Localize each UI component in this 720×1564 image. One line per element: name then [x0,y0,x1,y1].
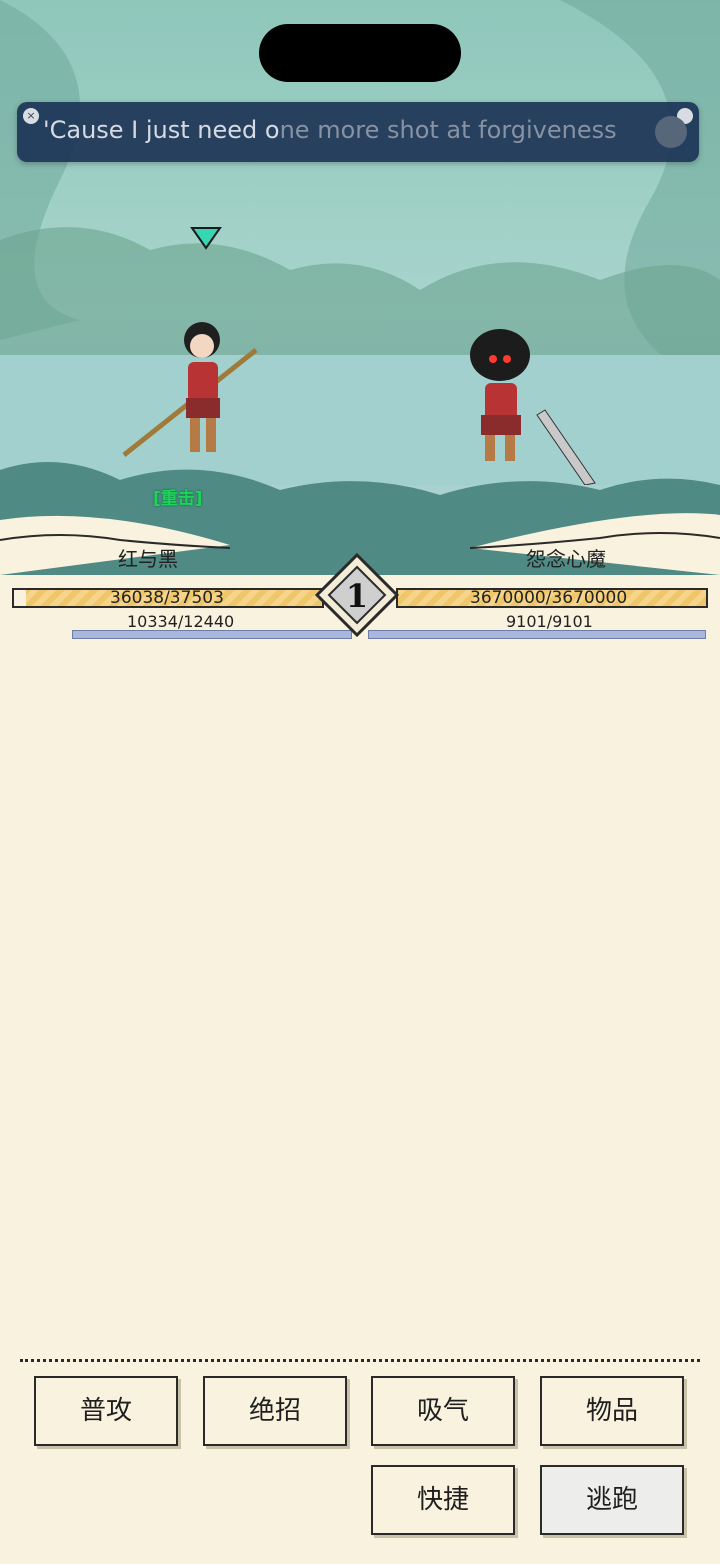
player-mp-bar [72,630,352,639]
close-icon[interactable]: × [23,108,39,124]
attack-button[interactable]: 普攻 [34,1376,178,1446]
enemy-mp-bar [368,630,706,639]
lyric-text: 'Cause I just need one more shot at forg… [43,116,617,144]
status-tag: [重击] [153,489,203,509]
player-name: 红与黑 [118,547,178,571]
flee-button[interactable]: 逃跑 [540,1465,684,1535]
device-notch [259,24,461,82]
shortcut-button[interactable]: 快捷 [371,1465,515,1535]
breathe-button[interactable]: 吸气 [371,1376,515,1446]
turn-number: 1 [346,577,368,615]
player-hp-text: 36038/37503 [110,588,224,608]
action-divider [20,1359,700,1362]
player-mp-text: 10334/12440 [127,612,235,631]
turn-marker-icon [190,227,222,250]
items-button[interactable]: 物品 [540,1376,684,1446]
enemy-hp-text: 3670000/3670000 [470,588,628,608]
enemy-mp-text: 9101/9101 [506,612,593,631]
lyric-banner[interactable]: × 'Cause I just need one more shot at fo… [17,102,699,162]
enemy-character [470,329,596,485]
player-character [122,322,258,457]
ultimate-button[interactable]: 绝招 [203,1376,347,1446]
battle-scene [0,0,720,575]
turn-counter: 1 [315,553,399,637]
enemy-name: 怨念心魔 [526,547,606,571]
music-app-icon[interactable] [655,116,687,148]
forest-background [0,0,720,575]
